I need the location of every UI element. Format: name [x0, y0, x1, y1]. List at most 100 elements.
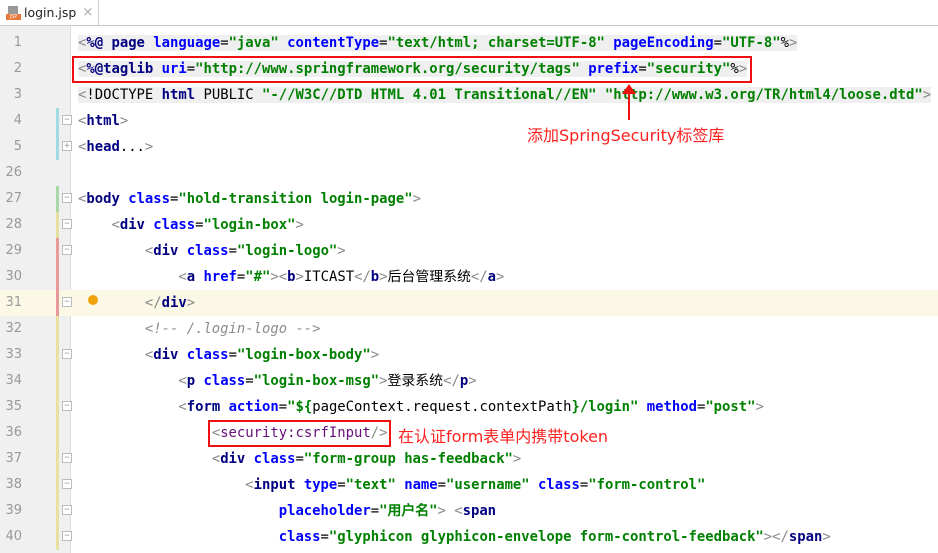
- close-icon[interactable]: ×: [82, 5, 93, 20]
- code-text: <div class="login-box-body">: [78, 342, 379, 368]
- code-token: PUBLIC: [203, 87, 263, 103]
- change-marker: [56, 238, 59, 264]
- code-token: >: [144, 139, 154, 155]
- code-token: "username": [446, 477, 539, 493]
- code-token: body: [86, 191, 129, 207]
- code-token: >: [922, 87, 932, 103]
- collapse-fold-icon[interactable]: −: [62, 531, 72, 541]
- line-number: 5: [13, 139, 22, 154]
- change-marker: [56, 420, 59, 446]
- code-token: </: [443, 373, 460, 389]
- code-line[interactable]: 38− <input type="text" name="username" c…: [0, 472, 938, 498]
- expand-fold-icon[interactable]: +: [62, 141, 72, 151]
- code-token: "glyphicon glyphicon-envelope form-contr…: [328, 529, 764, 545]
- code-text: placeholder="用户名"> <span: [78, 498, 496, 524]
- code-token: div: [119, 217, 154, 233]
- code-token: action: [228, 399, 279, 415]
- code-token: span: [462, 503, 497, 519]
- code-line[interactable]: 32 <!-- /.login-logo -->: [0, 316, 938, 342]
- csrf-highlight-box: [208, 420, 391, 447]
- code-line[interactable]: 30 <a href="#"><b>ITCAST</b>后台管理系统</a>: [0, 264, 938, 290]
- code-token: > <: [437, 503, 463, 519]
- code-token: "-//W3C//DTD HTML 4.01 Transitional//EN"…: [262, 87, 923, 103]
- code-token: span: [788, 529, 823, 545]
- code-line[interactable]: 37 − <div class="form-group has-feedback"…: [0, 446, 938, 472]
- code-token: </: [144, 295, 162, 311]
- code-text: <!-- /.login-logo -->: [78, 316, 321, 342]
- code-token: b: [370, 269, 380, 285]
- taglib-highlight-box: [72, 56, 752, 83]
- code-line[interactable]: 4 − <html>: [0, 108, 938, 134]
- collapse-fold-icon[interactable]: −: [62, 505, 72, 515]
- code-token: >: [295, 217, 304, 233]
- code-token: ></: [763, 529, 789, 545]
- line-number: 34: [5, 373, 22, 388]
- line-number: 4: [13, 113, 22, 128]
- line-number: 39: [5, 503, 22, 518]
- change-marker: [56, 134, 59, 160]
- code-token: >: [496, 269, 505, 285]
- code-token: =: [295, 451, 304, 467]
- code-line[interactable]: 33 − <div class="login-box-body">: [0, 342, 938, 368]
- change-marker: [56, 212, 59, 238]
- code-line[interactable]: 39 − placeholder="用户名"> <span: [0, 498, 938, 524]
- code-token: "login-box": [203, 217, 296, 233]
- code-line[interactable]: 5 + <head...>: [0, 134, 938, 160]
- code-line[interactable]: 1 <%@ page language="java" contentType="t…: [0, 30, 938, 56]
- code-line[interactable]: 3 <!DOCTYPE html PUBLIC "-//W3C//DTD HTML…: [0, 82, 938, 108]
- code-token: >: [379, 269, 388, 285]
- change-marker: [56, 186, 59, 212]
- collapse-fold-icon[interactable]: −: [62, 115, 72, 125]
- line-number: 3: [13, 87, 22, 102]
- code-token: >: [295, 269, 304, 285]
- collapse-fold-icon[interactable]: −: [62, 193, 72, 203]
- code-token: "text/html; charset=UTF-8": [387, 35, 614, 51]
- collapse-fold-icon[interactable]: −: [62, 219, 72, 229]
- code-token: </: [354, 269, 371, 285]
- code-token: "login-box-body": [236, 347, 371, 363]
- code-text: <p class="login-box-msg">登录系统</p>: [78, 368, 477, 394]
- collapse-fold-icon[interactable]: −: [62, 297, 72, 307]
- arrow-line: [628, 90, 630, 120]
- collapse-fold-icon[interactable]: −: [62, 245, 72, 255]
- code-line[interactable]: 27 − <body class="hold-transition login-pa…: [0, 186, 938, 212]
- collapse-fold-icon[interactable]: −: [62, 453, 72, 463]
- code-line[interactable]: 34 <p class="login-box-msg">登录系统</p>: [0, 368, 938, 394]
- collapse-fold-icon[interactable]: −: [62, 479, 72, 489]
- code-token: 登录系统: [387, 373, 444, 389]
- code-token: =: [228, 347, 237, 363]
- csrf-annotation: 在认证form表单内携带token: [398, 427, 609, 446]
- code-editor[interactable]: 1 <%@ page language="java" contentType="t…: [0, 30, 938, 550]
- collapse-fold-icon[interactable]: −: [62, 349, 72, 359]
- code-line[interactable]: 29 − <div class="login-logo">: [0, 238, 938, 264]
- code-token: >: [186, 295, 196, 311]
- code-token: href: [203, 269, 237, 285]
- code-token: <: [178, 373, 187, 389]
- line-number: 2: [13, 61, 22, 76]
- code-line[interactable]: 35 − <form action="${pageContext.request.…: [0, 394, 938, 420]
- code-token: >: [788, 35, 798, 51]
- code-token: >: [468, 373, 477, 389]
- code-line[interactable]: 40 − class="glyphicon glyphicon-envelope …: [0, 524, 938, 550]
- code-token: "post": [705, 399, 756, 415]
- code-line[interactable]: 31 − </div>: [0, 290, 938, 316]
- tab-login-jsp[interactable]: JSP login.jsp ×: [0, 0, 99, 25]
- code-token: 后台管理系统: [387, 269, 471, 285]
- line-number: 40: [5, 529, 22, 544]
- code-token: class: [253, 451, 296, 467]
- code-text: <div class="form-group has-feedback">: [78, 446, 521, 472]
- code-token: %: [780, 35, 789, 51]
- code-token: "${: [287, 399, 313, 415]
- code-line[interactable]: 26: [0, 160, 938, 186]
- line-number: 1: [13, 35, 22, 50]
- code-token: class: [538, 477, 580, 493]
- collapse-fold-icon[interactable]: −: [62, 401, 72, 411]
- code-line[interactable]: 28 − <div class="login-box">: [0, 212, 938, 238]
- tab-label: login.jsp: [24, 5, 77, 20]
